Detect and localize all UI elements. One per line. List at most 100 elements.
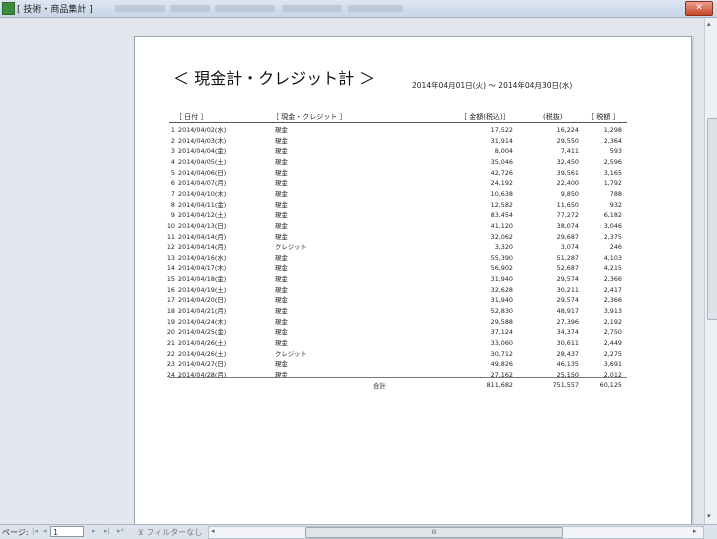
page-number-input[interactable]: 1 [50,526,84,537]
scroll-right-icon[interactable]: ▸ [693,527,697,535]
new-record-icon[interactable]: ▸* [117,527,124,535]
row-payment-type: 現金 [275,179,288,188]
row-net: 29,687 [556,232,579,241]
row-date: 2014/04/14(月) [178,232,227,241]
row-amount: 29,588 [490,317,513,326]
table-row: 12 2014/04/14(月) クレジット 3,320 3,074 246 [135,242,691,252]
close-icon: ✕ [695,3,703,13]
row-tax: 3,913 [603,307,622,316]
row-tax: 2,449 [603,339,622,347]
total-label: 合計 [373,382,386,390]
table-row: 9 2014/04/12(土) 現金 83,454 77,272 6,182 [135,210,691,220]
horizontal-scroll-thumb[interactable]: III [305,527,563,538]
row-date: 2014/04/26(土) [178,339,227,347]
row-number: 24 [166,370,175,379]
table-row: 18 2014/04/21(月) 現金 52,830 48,917 3,913 [135,306,691,316]
table-row: 16 2014/04/19(土) 現金 32,628 30,211 2,417 [135,285,691,295]
row-number: 8 [170,200,175,209]
row-date: 2014/04/03(木) [178,136,227,145]
row-number: 2 [170,136,175,145]
row-amount: 35,046 [490,157,513,166]
row-amount: 30,712 [490,349,513,358]
row-net: 46,135 [556,360,579,369]
row-number: 6 [170,179,175,188]
row-number: 12 [166,243,175,252]
row-date: 2014/04/26(土) [178,349,227,358]
row-tax: 4,103 [603,253,622,262]
row-amount: 49,826 [490,360,513,369]
row-amount: 10,638 [490,189,513,198]
row-number: 1 [170,126,175,134]
row-date: 2014/04/25(金) [178,328,227,337]
row-amount: 12,582 [490,200,513,209]
row-number: 10 [166,221,175,230]
scroll-down-icon[interactable]: ▾ [707,512,711,520]
table-row: 20 2014/04/25(金) 現金 37,124 34,374 2,750 [135,327,691,337]
total-rule [169,377,627,378]
row-payment-type: 現金 [275,136,288,145]
row-tax: 2,366 [603,275,622,284]
header-date: ［ 日付 ］ [175,113,208,121]
close-button[interactable]: ✕ [685,1,713,16]
row-net: 9,850 [560,189,579,198]
next-page-icon[interactable]: ▸ [92,527,96,535]
row-payment-type: 現金 [275,189,288,198]
row-tax: 3,691 [603,360,622,369]
row-tax: 3,165 [603,168,622,177]
row-amount: 3,320 [494,243,513,252]
last-page-icon[interactable]: ▸| [104,527,110,535]
row-net: 29,574 [556,275,579,284]
row-payment-type: 現金 [275,147,288,156]
scroll-left-icon[interactable]: ◂ [211,527,215,535]
row-tax: 246 [609,243,622,252]
table-row: 10 2014/04/13(日) 現金 41,120 38,074 3,046 [135,221,691,231]
table-row: 22 2014/04/26(土) クレジット 30,712 28,437 2,275 [135,349,691,359]
row-net: 28,437 [556,349,579,358]
row-net: 3,074 [560,243,579,252]
row-net: 30,211 [556,285,579,294]
row-tax: 1,792 [603,179,622,188]
row-payment-type: 現金 [275,253,288,262]
row-amount: 31,914 [490,136,513,145]
total-tax: 60,125 [599,381,622,389]
row-number: 11 [166,232,175,241]
row-date: 2014/04/24(木) [178,317,227,326]
table-row: 19 2014/04/24(木) 現金 29,588 27,396 2,192 [135,317,691,327]
row-tax: 2,012 [603,370,622,379]
horizontal-scrollbar[interactable]: ◂ III ▸ [208,526,704,539]
row-payment-type: 現金 [275,264,288,273]
table-row: 4 2014/04/05(土) 現金 35,046 32,450 2,596 [135,157,691,167]
row-date: 2014/04/17(木) [178,264,227,273]
row-tax: 4,215 [603,264,622,273]
row-payment-type: 現金 [275,126,288,134]
row-payment-type: 現金 [275,232,288,241]
row-date: 2014/04/10(木) [178,189,227,198]
row-net: 51,287 [556,253,579,262]
row-payment-type: クレジット [275,349,307,358]
first-page-icon[interactable]: |◂ [32,527,38,535]
filter-status[interactable]: ⊻ フィルターなし [138,527,202,538]
row-number: 14 [166,264,175,273]
row-number: 20 [166,328,175,337]
row-amount: 24,192 [490,179,513,188]
row-net: 29,550 [556,136,579,145]
scroll-up-icon[interactable]: ▴ [707,20,711,28]
row-date: 2014/04/04(金) [178,147,227,156]
vertical-scroll-thumb[interactable] [707,118,717,320]
header-rule [169,122,627,123]
window-title: [ 技術・商品集計 ] [17,5,93,15]
row-payment-type: 現金 [275,285,288,294]
table-row: 14 2014/04/17(木) 現金 56,902 52,687 4,215 [135,263,691,273]
row-number: 15 [166,275,175,284]
row-number: 21 [166,339,175,347]
vertical-scrollbar[interactable]: ▴ ▾ [704,18,717,524]
row-amount: 31,940 [490,275,513,284]
row-date: 2014/04/13(日) [178,221,227,230]
row-number: 17 [166,296,175,305]
prev-page-icon[interactable]: ◂ [43,527,47,535]
row-payment-type: 現金 [275,221,288,230]
row-number: 3 [170,147,175,156]
table-row: 15 2014/04/18(金) 現金 31,940 29,574 2,366 [135,274,691,284]
row-amount: 32,628 [490,285,513,294]
table-row: 2 2014/04/03(木) 現金 31,914 29,550 2,364 [135,136,691,146]
